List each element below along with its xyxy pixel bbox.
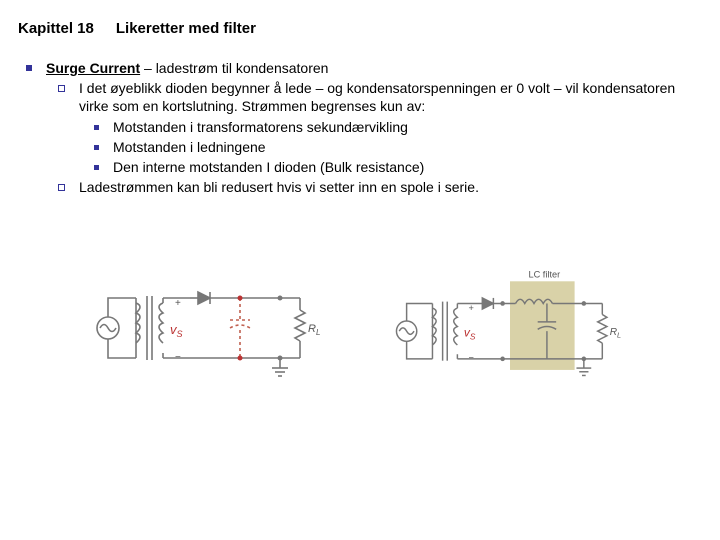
point-3: Den interne motstanden I dioden (Bulk re… xyxy=(113,158,424,176)
svg-text:−: − xyxy=(175,352,181,363)
sub-point-1: I det øyeblikk dioden begynner å lede – … xyxy=(79,79,702,115)
bullet-icon xyxy=(58,85,65,92)
bullet-icon xyxy=(94,145,99,150)
heading-line: Surge Current – ladestrøm til kondensato… xyxy=(46,59,328,77)
point-2: Motstanden i ledningene xyxy=(113,138,266,156)
point-1: Motstanden i transformatorens sekundærvi… xyxy=(113,118,408,136)
bullet-icon xyxy=(94,125,99,130)
bullet-icon xyxy=(58,184,65,191)
sub-point-2: Ladestrømmen kan bli redusert hvis vi se… xyxy=(79,178,479,196)
svg-text:vS: vS xyxy=(464,326,476,342)
circuit-left: + − vS RL xyxy=(90,268,330,398)
slide-title: Likeretter med filter xyxy=(116,20,256,37)
circuit-right: LC filter xyxy=(390,268,630,398)
svg-text:+: + xyxy=(468,303,473,313)
svg-text:vS: vS xyxy=(170,322,183,339)
chapter-label: Kapittel 18 xyxy=(18,20,94,37)
bullet-icon xyxy=(26,65,32,71)
circuit-figures: + − vS RL LC filter xyxy=(90,268,660,398)
svg-text:+: + xyxy=(175,298,181,309)
svg-text:RL: RL xyxy=(308,323,320,337)
svg-text:RL: RL xyxy=(610,327,621,340)
svg-text:−: − xyxy=(468,353,473,363)
svg-text:LC filter: LC filter xyxy=(528,270,560,280)
bullet-icon xyxy=(94,165,99,170)
